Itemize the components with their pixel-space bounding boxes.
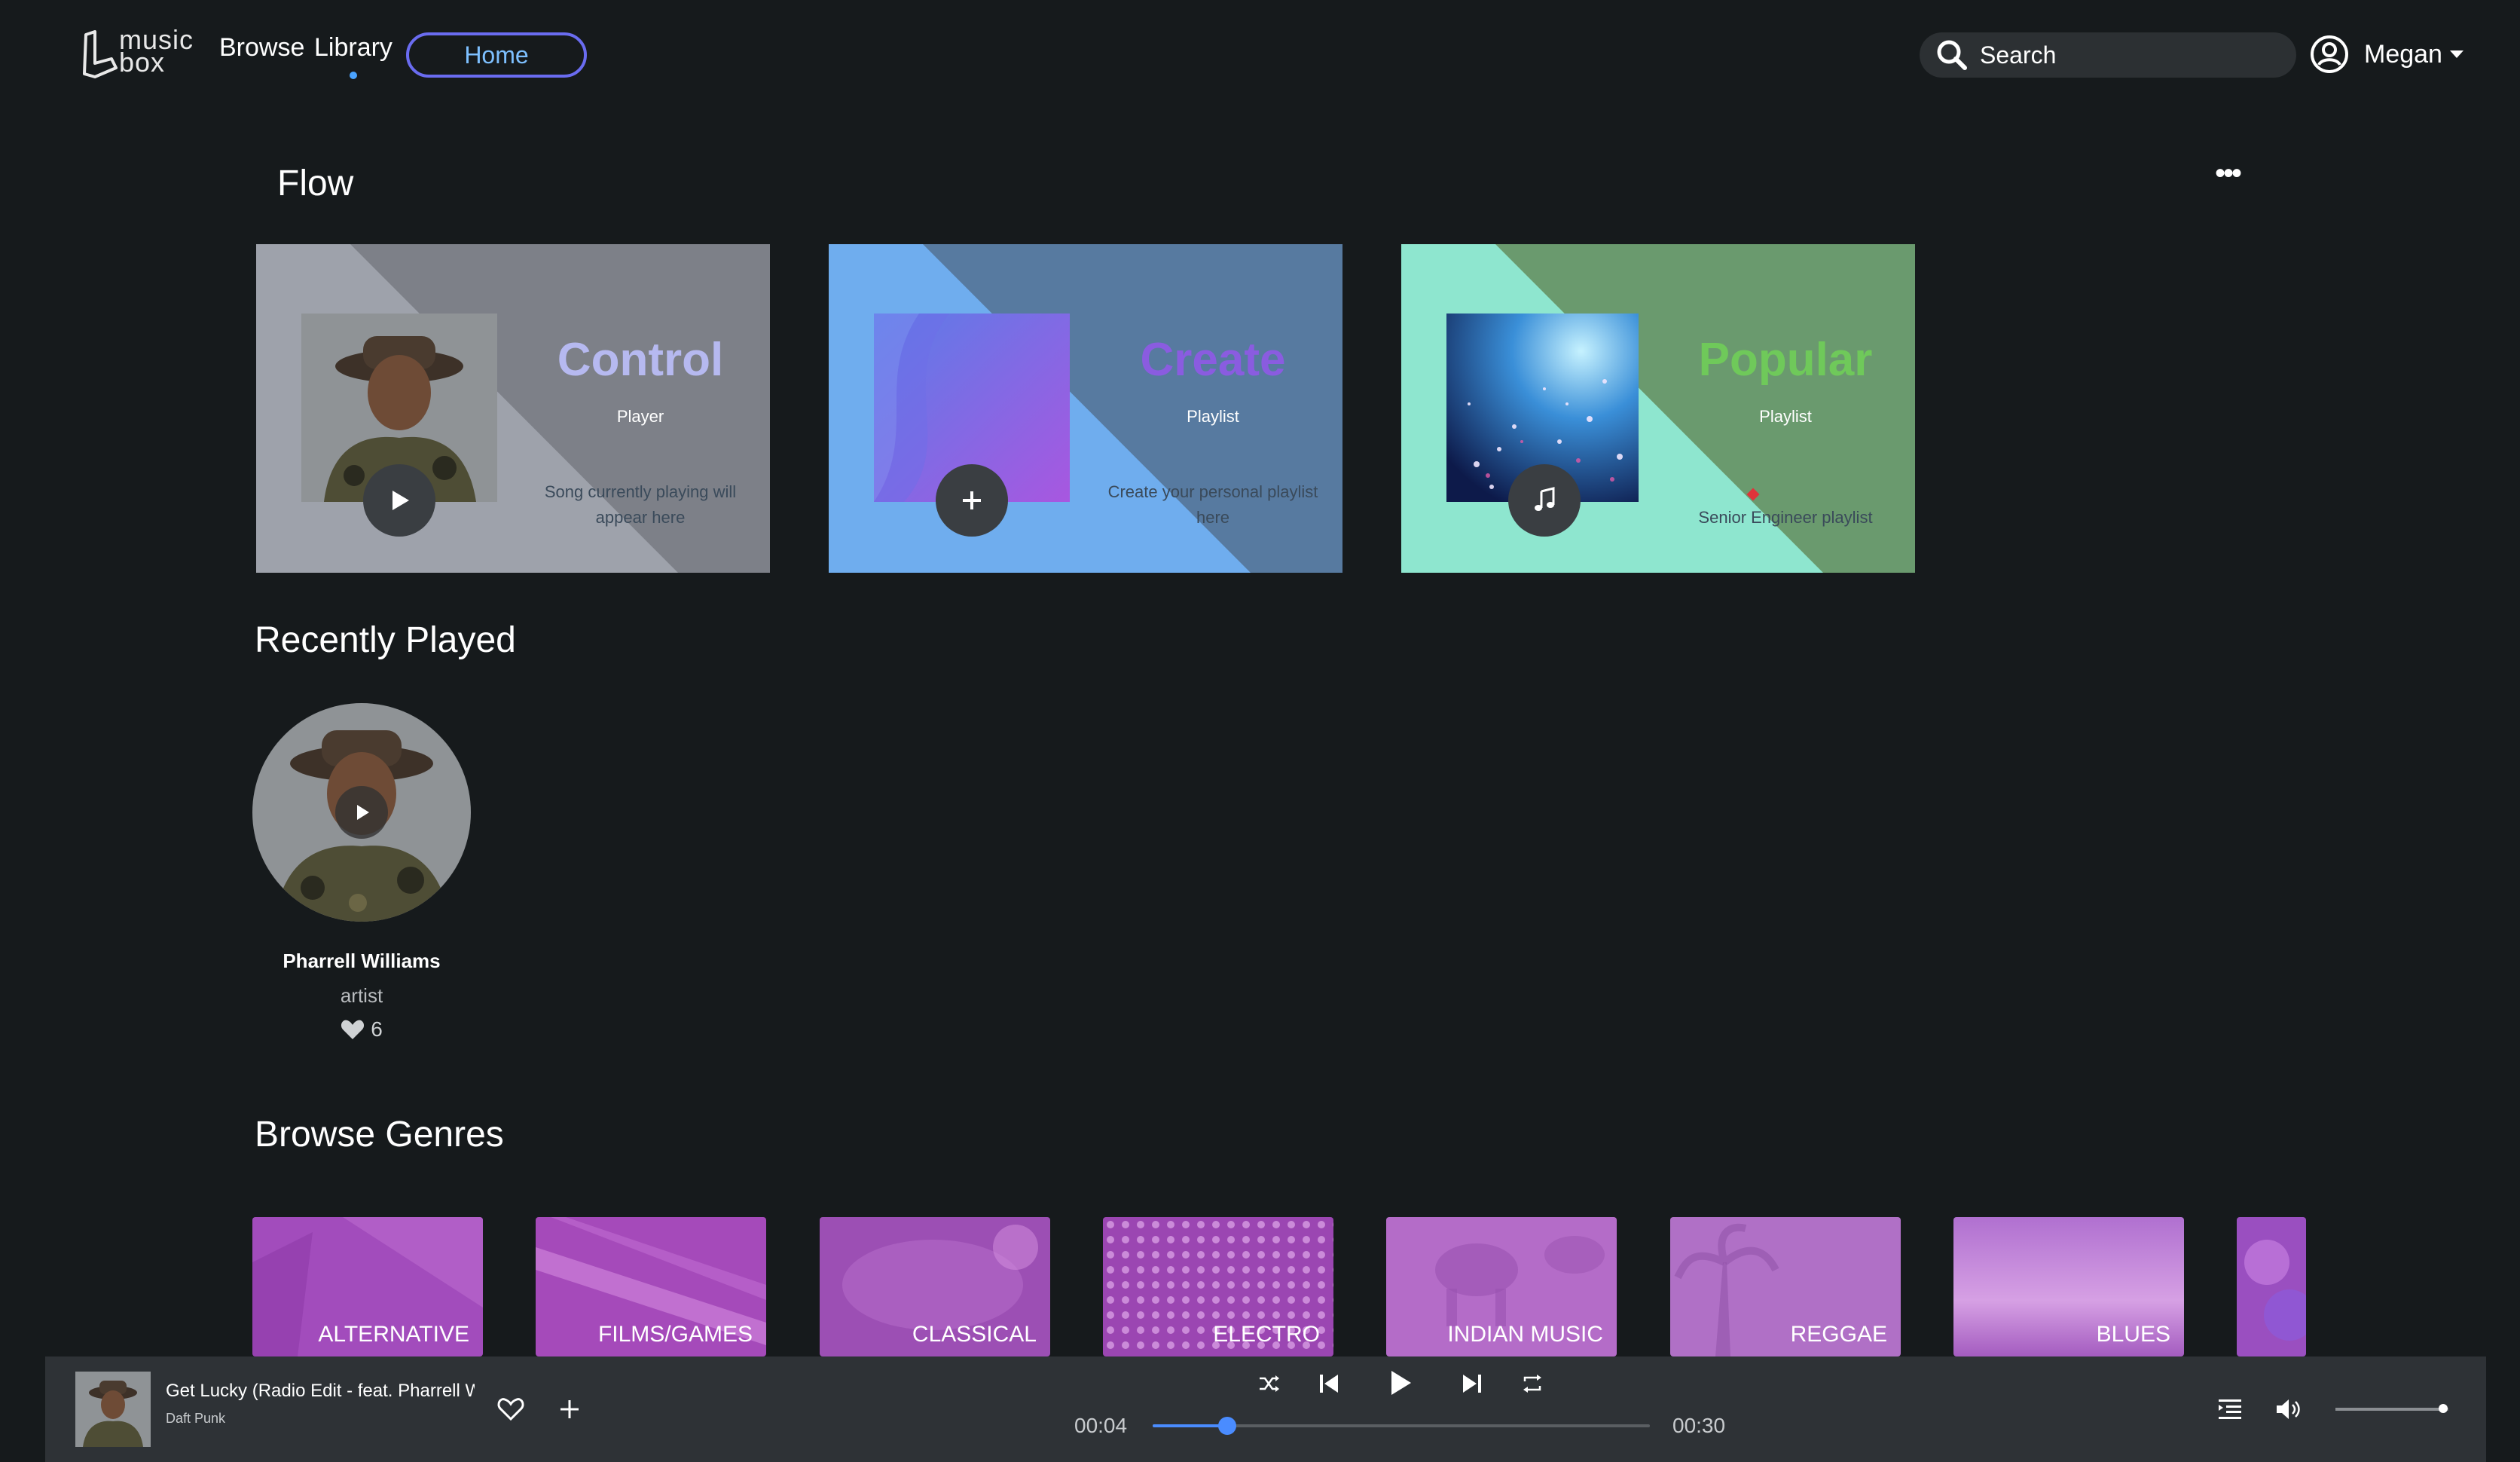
home-button[interactable]: Home: [406, 32, 587, 78]
recent-artist-name[interactable]: Pharrell Williams: [252, 950, 471, 973]
card-title: Control: [557, 334, 724, 386]
card-description: Senior Engineer playlist: [1698, 508, 1873, 527]
card-description: Create your personal playlist here: [1107, 482, 1318, 527]
recent-artist-likes: 6: [252, 1017, 471, 1041]
play-pause-button[interactable]: [1382, 1364, 1419, 1402]
genre-label: BLUES: [2096, 1322, 2170, 1347]
genre-label: FILMS/GAMES: [597, 1322, 753, 1347]
nav-active-dot: [349, 72, 357, 79]
logo-wordmark: music box: [119, 26, 194, 76]
user-name: Megan: [2364, 39, 2442, 69]
genre-label: ELECTRO: [1213, 1322, 1320, 1347]
nav-browse[interactable]: Browse: [219, 33, 304, 63]
more-options-button[interactable]: •••: [2215, 158, 2242, 188]
genre-tile-indian-music[interactable]: INDIAN MUSIC: [1386, 1217, 1617, 1356]
volume-button[interactable]: [2272, 1393, 2305, 1426]
next-button[interactable]: [1455, 1367, 1489, 1400]
genre-label: ALTERNATIVE: [318, 1322, 469, 1347]
like-button[interactable]: [494, 1393, 527, 1426]
previous-button[interactable]: [1312, 1367, 1346, 1400]
recent-artist-type: artist: [340, 984, 383, 1007]
card-description: Song currently playing will appear here: [544, 482, 737, 527]
card-subtitle: Playlist: [1759, 407, 1812, 426]
card-title: Popular: [1698, 334, 1873, 386]
queue-button[interactable]: [2213, 1393, 2247, 1426]
progress-handle[interactable]: [1218, 1417, 1236, 1435]
search-icon: [1937, 40, 1967, 70]
player-bar: Get Lucky (Radio Edit - feat. Pharrell W…: [45, 1356, 2486, 1462]
genre-tile-partial[interactable]: [2237, 1217, 2306, 1356]
progress-slider[interactable]: [1153, 1417, 1650, 1435]
volume-handle[interactable]: [2438, 1404, 2448, 1413]
genre-label: CLASSICAL: [912, 1322, 1037, 1347]
add-playlist-button[interactable]: [936, 464, 1008, 537]
card-subtitle: Player: [616, 407, 664, 426]
volume-slider[interactable]: [2335, 1404, 2448, 1413]
genre-label: INDIAN MUSIC: [1447, 1322, 1603, 1347]
play-icon: [1391, 1371, 1411, 1395]
add-to-playlist-button[interactable]: [554, 1394, 585, 1424]
genre-art: [2237, 1217, 2306, 1356]
flow-title: Flow: [277, 164, 354, 203]
artist-play-button[interactable]: [335, 786, 388, 839]
flow-card-create[interactable]: Create Playlist Create your personal pla…: [829, 244, 1342, 573]
genre-tile-electro[interactable]: ELECTRO: [1103, 1217, 1333, 1356]
now-playing-title: Get Lucky (Radio Edit - feat. Pharrell W…: [166, 1381, 475, 1401]
user-menu[interactable]: Megan: [2310, 32, 2463, 77]
now-playing-art: [75, 1372, 151, 1447]
chevron-down-icon: [2449, 50, 2463, 58]
flow-card-popular[interactable]: Popular Playlist Senior Engineer playlis…: [1401, 244, 1915, 573]
card-subtitle: Playlist: [1187, 407, 1239, 426]
shuffle-icon: [1260, 1375, 1279, 1392]
genre-tile-reggae[interactable]: REGGAE: [1670, 1217, 1901, 1356]
repeat-button[interactable]: [1517, 1369, 1547, 1399]
skip-previous-icon: [1320, 1375, 1338, 1393]
plus-icon: [963, 491, 981, 509]
volume-icon: [2277, 1399, 2300, 1419]
nav-library[interactable]: Library: [314, 33, 393, 79]
heart-outline-icon: [497, 1398, 524, 1421]
now-playing-artist: Daft Punk: [166, 1411, 226, 1426]
flow-card-control[interactable]: Control Player Song currently playing wi…: [256, 244, 770, 573]
music-note-icon: [1535, 487, 1555, 511]
search-input[interactable]: [1980, 41, 2281, 69]
nav-library-label: Library: [314, 33, 393, 62]
genre-label: REGGAE: [1790, 1322, 1887, 1347]
progress-fill: [1153, 1424, 1227, 1427]
recently-played-title: Recently Played: [255, 620, 516, 660]
genre-tile-films-games[interactable]: FILMS/GAMES: [536, 1217, 766, 1356]
logo-mark-icon: [83, 30, 118, 78]
browse-genres-title: Browse Genres: [255, 1115, 504, 1155]
recent-artist-avatar[interactable]: [252, 703, 471, 922]
card-title: Create: [1140, 334, 1286, 386]
genre-tile-classical[interactable]: CLASSICAL: [820, 1217, 1050, 1356]
elapsed-time: 00:04: [1074, 1414, 1128, 1437]
skip-next-icon: [1463, 1375, 1481, 1393]
play-popular-button[interactable]: [1508, 464, 1581, 537]
repeat-icon: [1523, 1375, 1541, 1393]
likes-count: 6: [371, 1017, 383, 1041]
plus-icon: [561, 1400, 579, 1418]
user-avatar-icon: [2311, 35, 2348, 73]
music-box-logo[interactable]: music box: [78, 26, 194, 81]
genre-tile-alternative[interactable]: ALTERNATIVE: [252, 1217, 483, 1356]
genre-tile-blues[interactable]: BLUES: [1953, 1217, 2184, 1356]
search-bar[interactable]: [1920, 32, 2296, 78]
shuffle-button[interactable]: [1254, 1369, 1284, 1399]
play-icon: [393, 491, 409, 510]
heart-icon: [341, 1020, 365, 1039]
play-icon: [357, 805, 369, 820]
queue-list-icon: [2219, 1399, 2241, 1419]
track-duration: 00:30: [1672, 1414, 1726, 1437]
volume-fill: [2335, 1408, 2443, 1411]
play-button[interactable]: [363, 464, 435, 537]
